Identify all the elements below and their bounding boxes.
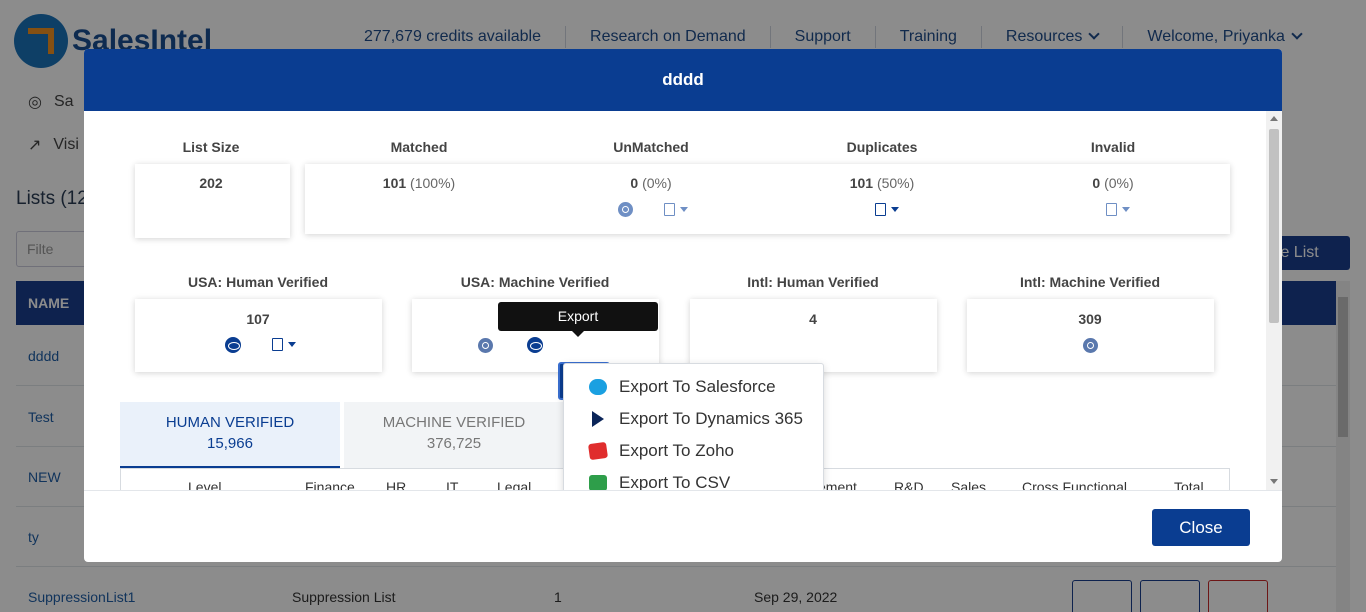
export-csv-label: Export To CSV	[619, 473, 731, 491]
tab-machine-verified[interactable]: MACHINE VERIFIED 376,725	[344, 402, 564, 468]
matched-value: 101 (100%)	[382, 175, 456, 191]
export-to-salesforce[interactable]: Export To Salesforce	[564, 371, 824, 403]
duplicates-export-icon[interactable]	[875, 203, 886, 216]
usa-human-value: 107	[246, 311, 270, 327]
unmatched-label: UnMatched	[613, 139, 689, 155]
export-to-csv[interactable]: Export To CSV	[564, 467, 824, 491]
usa-human-verified-label: USA: Human Verified	[187, 274, 329, 290]
intl-machine-value: 309	[1078, 311, 1102, 327]
tab-human-verified[interactable]: HUMAN VERIFIED 15,966	[120, 402, 340, 468]
usa-human-export-icon[interactable]	[272, 338, 283, 351]
unmatched-value: 0 (0%)	[630, 175, 672, 191]
export-dropdown-menu: Export To Salesforce Export To Dynamics …	[563, 363, 824, 491]
csv-icon	[589, 475, 607, 491]
tab-human-verified-count: 15,966	[207, 435, 253, 452]
modal-body: List Size Matched UnMatched Duplicates I…	[84, 111, 1282, 491]
scroll-down-arrow-icon[interactable]	[1270, 479, 1278, 484]
invalid-value: 0 (0%)	[1092, 175, 1134, 191]
export-dynamics-label: Export To Dynamics 365	[619, 409, 803, 428]
export-to-zoho[interactable]: Export To Zoho	[564, 435, 824, 467]
export-tooltip: Export	[498, 302, 658, 337]
usa-human-view-eye-icon[interactable]	[225, 337, 241, 353]
duplicates-label: Duplicates	[846, 139, 918, 155]
unmatched-export-icon[interactable]	[664, 203, 675, 216]
tab-human-verified-label: HUMAN VERIFIED	[165, 414, 295, 431]
modal-footer: Close	[84, 490, 1282, 562]
intl-machine-search-icon[interactable]	[1083, 338, 1098, 353]
export-salesforce-label: Export To Salesforce	[619, 377, 776, 396]
usa-machine-search-icon[interactable]	[478, 338, 493, 353]
tab-machine-verified-count: 376,725	[426, 435, 482, 452]
usa-human-card	[135, 299, 382, 372]
tab-machine-verified-label: MACHINE VERIFIED	[382, 414, 526, 431]
invalid-export-icon[interactable]	[1106, 203, 1117, 216]
matched-label: Matched	[390, 139, 448, 155]
duplicates-value: 101 (50%)	[849, 175, 915, 191]
list-size-label: List Size	[182, 139, 240, 155]
dynamics-icon	[592, 411, 604, 427]
modal-scrollbar[interactable]	[1266, 111, 1282, 491]
salesforce-icon	[589, 379, 607, 395]
invalid-label: Invalid	[1090, 139, 1136, 155]
intl-machine-verified-label: Intl: Machine Verified	[1019, 274, 1161, 290]
usa-human-export-caret-icon[interactable]	[288, 342, 296, 347]
list-size-value: 202	[199, 175, 223, 191]
intl-machine-card	[967, 299, 1214, 372]
intl-human-verified-label: Intl: Human Verified	[747, 274, 879, 290]
modal-title: dddd	[84, 49, 1282, 111]
duplicates-export-caret-icon[interactable]	[891, 207, 899, 212]
unmatched-export-caret-icon[interactable]	[680, 207, 688, 212]
usa-machine-verified-label: USA: Machine Verified	[460, 274, 610, 290]
zoho-icon	[587, 441, 609, 461]
usa-machine-view-eye-icon[interactable]	[527, 337, 543, 353]
scroll-up-arrow-icon[interactable]	[1270, 116, 1278, 121]
unmatched-search-icon[interactable]	[618, 202, 633, 217]
export-zoho-label: Export To Zoho	[619, 441, 734, 460]
export-to-dynamics[interactable]: Export To Dynamics 365	[564, 403, 824, 435]
modal-scrollbar-thumb[interactable]	[1269, 129, 1279, 323]
close-button[interactable]: Close	[1152, 509, 1250, 546]
invalid-export-caret-icon[interactable]	[1122, 207, 1130, 212]
intl-human-card	[690, 299, 937, 372]
intl-human-value: 4	[809, 311, 817, 327]
list-details-modal: dddd List Size Matched UnMatched Duplica…	[84, 49, 1282, 562]
